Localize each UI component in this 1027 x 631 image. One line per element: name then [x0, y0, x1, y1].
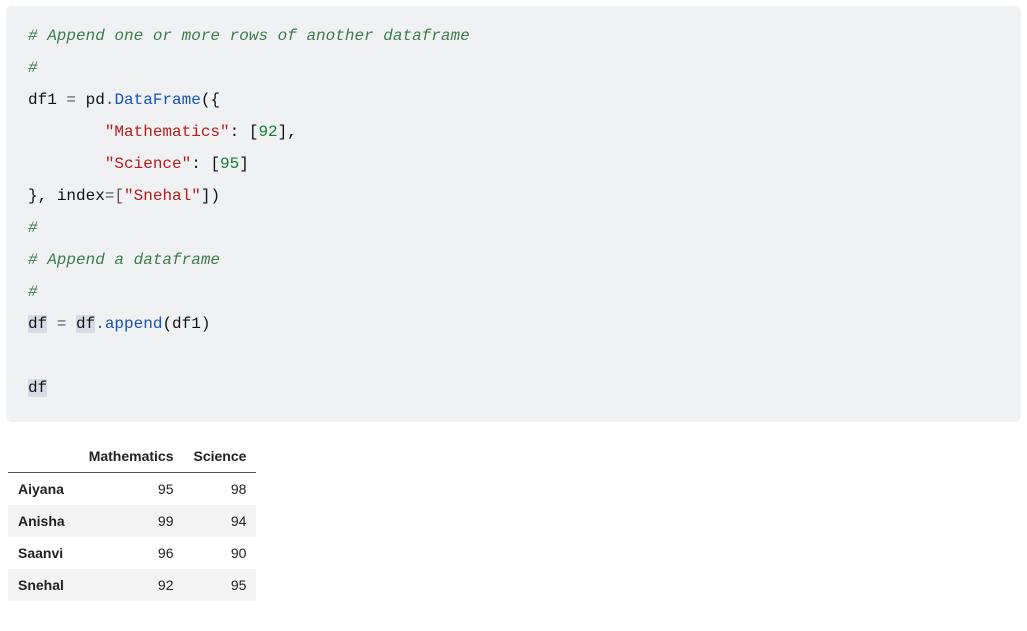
code-comment: # — [28, 59, 38, 77]
code-punct: ) — [201, 315, 211, 333]
code-punct: : — [230, 123, 249, 141]
code-comment: # — [28, 219, 38, 237]
code-operator: = — [57, 91, 86, 109]
code-string: "Science" — [105, 155, 191, 173]
table-cell: 94 — [184, 505, 257, 537]
table-corner — [8, 440, 79, 473]
code-variable: df1 — [172, 315, 201, 333]
table-cell: 95 — [184, 569, 257, 601]
code-dot: . — [95, 315, 105, 333]
code-punct: : — [191, 155, 210, 173]
table-row: Aiyana 95 98 — [8, 473, 256, 506]
code-comment: # Append one or more rows of another dat… — [28, 27, 470, 45]
code-punct: ], — [278, 123, 297, 141]
code-punct: ( — [162, 315, 172, 333]
table-row: Saanvi 96 90 — [8, 537, 256, 569]
table-cell: 98 — [184, 473, 257, 506]
table-cell: 92 — [79, 569, 184, 601]
code-module: pd — [86, 91, 105, 109]
code-punct: ({ — [201, 91, 220, 109]
code-variable: df1 — [28, 91, 57, 109]
dataframe-table: Mathematics Science Aiyana 95 98 Anisha … — [8, 440, 256, 601]
row-header: Aiyana — [8, 473, 79, 506]
table-row: Anisha 99 94 — [8, 505, 256, 537]
code-input-cell[interactable]: # Append one or more rows of another dat… — [6, 6, 1021, 422]
code-punct: ]) — [201, 187, 220, 205]
table-cell: 95 — [79, 473, 184, 506]
code-indent — [28, 155, 105, 173]
table-row: Snehal 92 95 — [8, 569, 256, 601]
code-variable-highlighted: df — [28, 315, 47, 333]
table-cell: 90 — [184, 537, 257, 569]
column-header-science: Science — [184, 440, 257, 473]
table-cell: 96 — [79, 537, 184, 569]
code-dot: . — [105, 91, 115, 109]
row-header: Anisha — [8, 505, 79, 537]
code-output-area: Mathematics Science Aiyana 95 98 Anisha … — [0, 428, 1027, 609]
code-punct: [ — [210, 155, 220, 173]
row-header: Saanvi — [8, 537, 79, 569]
code-variable-highlighted: df — [28, 379, 47, 397]
code-punct: =[ — [105, 187, 124, 205]
code-function: append — [105, 315, 163, 333]
code-punct: [ — [249, 123, 259, 141]
code-punct: ] — [239, 155, 249, 173]
code-function: DataFrame — [114, 91, 200, 109]
code-indent — [28, 123, 105, 141]
code-keyword: index — [57, 187, 105, 205]
code-string: "Snehal" — [124, 187, 201, 205]
code-string: "Mathematics" — [105, 123, 230, 141]
code-comment: # — [28, 283, 38, 301]
code-number: 92 — [258, 123, 277, 141]
code-punct: }, — [28, 187, 57, 205]
table-header-row: Mathematics Science — [8, 440, 256, 473]
code-number: 95 — [220, 155, 239, 173]
code-operator: = — [47, 315, 76, 333]
code-comment: # Append a dataframe — [28, 251, 220, 269]
row-header: Snehal — [8, 569, 79, 601]
code-variable-highlighted: df — [76, 315, 95, 333]
table-cell: 99 — [79, 505, 184, 537]
column-header-mathematics: Mathematics — [79, 440, 184, 473]
